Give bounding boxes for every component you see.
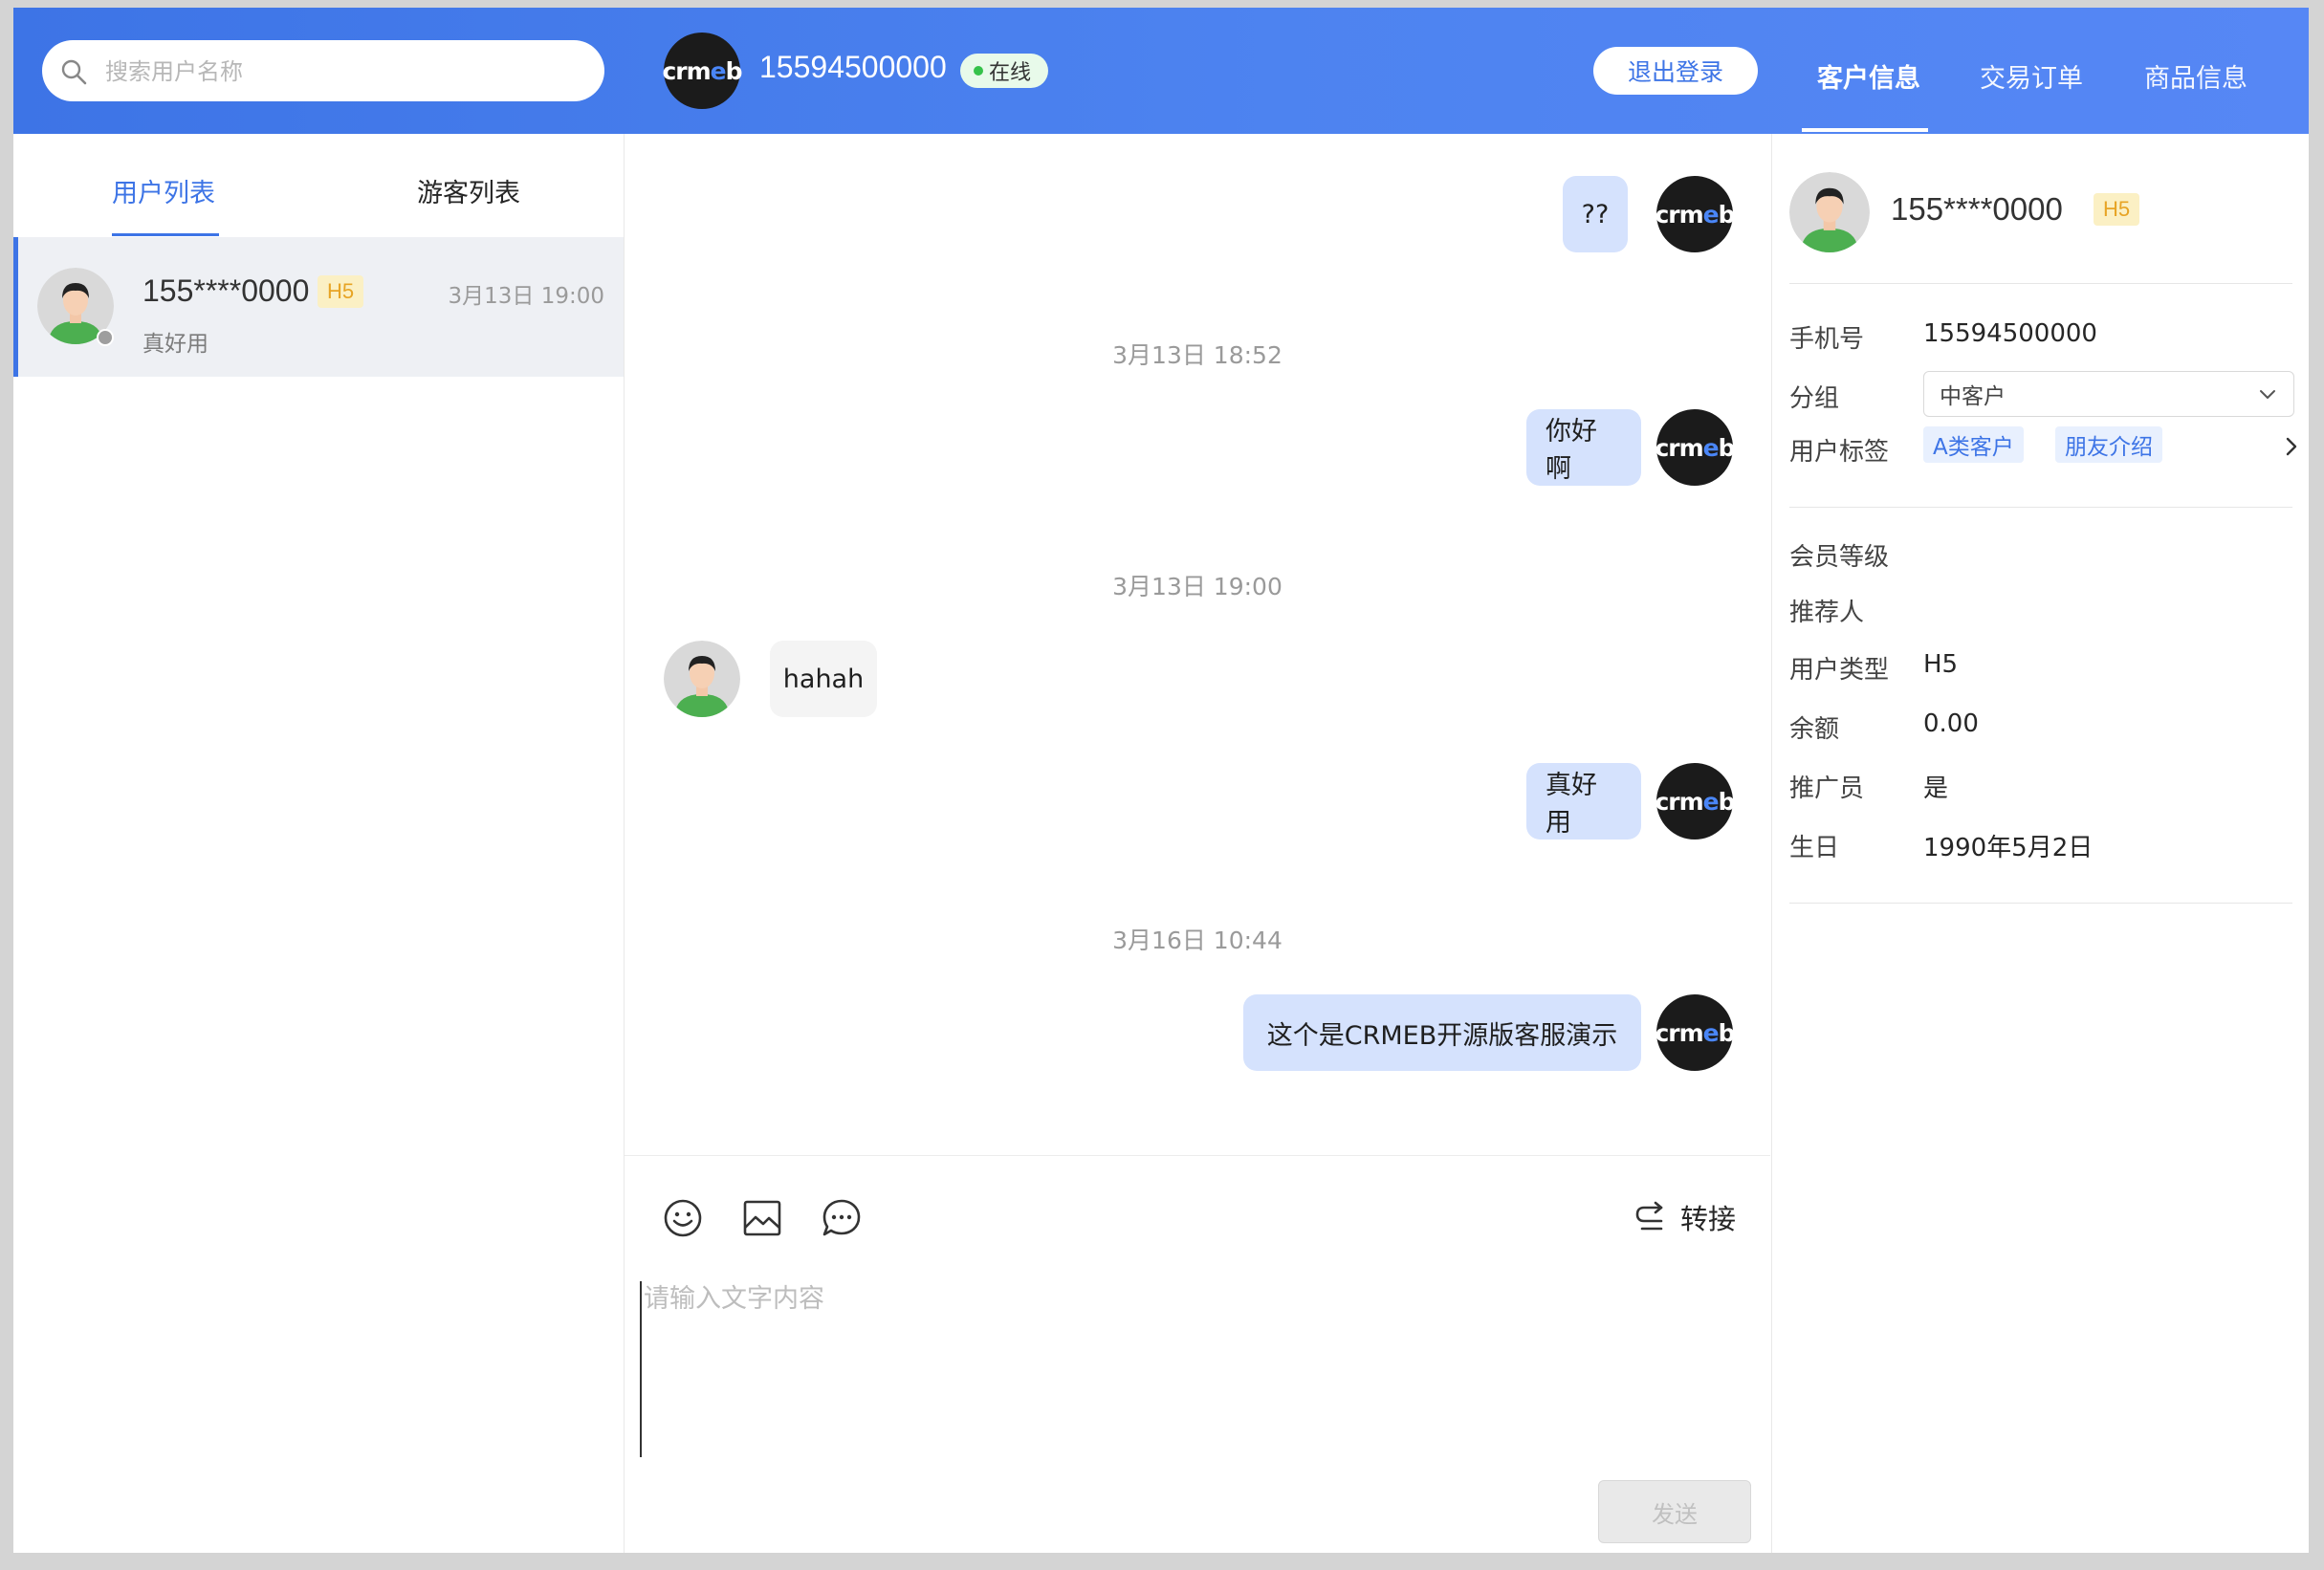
- transfer-button[interactable]: 转接: [1634, 1197, 1736, 1237]
- customer-service-app: crmeb 15594500000 在线 退出登录 客户信息 交易订单 商品信息…: [13, 8, 2309, 1553]
- user-type-badge: H5: [2094, 193, 2140, 226]
- balance-label: 余额: [1789, 715, 1840, 744]
- user-type-badge: H5: [318, 275, 364, 308]
- user-list-panel: 用户列表 游客列表 155****0000 H5 3月13日 19:00 真好用: [13, 134, 625, 1553]
- tab-products[interactable]: 商品信息: [2144, 57, 2247, 95]
- quick-reply-icon[interactable]: [821, 1197, 863, 1239]
- logo-text-b: e: [710, 56, 727, 85]
- agent-avatar: crm e b: [662, 33, 743, 109]
- agent-avatar: crm e b: [1655, 994, 1736, 1071]
- active-tab-indicator: [1802, 128, 1928, 132]
- customer-avatar: [664, 641, 740, 717]
- search-box[interactable]: [42, 40, 604, 103]
- birthday-label: 生日: [1789, 834, 1840, 862]
- agent-avatar: crm e b: [1655, 763, 1736, 840]
- image-icon[interactable]: [741, 1197, 783, 1239]
- message-bubble-sent: 这个是CRMEB开源版客服演示: [1243, 994, 1641, 1071]
- user-avatar-icon: [1789, 172, 1870, 252]
- transfer-icon: [1635, 1201, 1663, 1231]
- logo-text-c: b: [1718, 200, 1736, 229]
- user-tag: A类客户: [1923, 426, 2024, 463]
- message-bubble-received: hahah: [770, 641, 877, 717]
- user-type-label: 用户类型: [1789, 656, 1890, 685]
- online-dot-icon: [974, 66, 983, 76]
- logo-text-b: e: [1702, 433, 1720, 462]
- last-message-time: 3月13日 19:00: [448, 284, 605, 309]
- last-message-preview: 真好用: [143, 332, 208, 357]
- logo-text-b: e: [1702, 1018, 1720, 1047]
- online-status-text: 在线: [989, 61, 1032, 85]
- agent-avatar: crm e b: [1655, 176, 1736, 252]
- online-status-badge: 在线: [960, 54, 1049, 88]
- group-label: 分组: [1789, 384, 1840, 413]
- logo-text-a: crm: [1655, 787, 1703, 816]
- time-separator: 3月16日 10:44: [1112, 927, 1283, 954]
- offline-status-dot: [97, 329, 114, 346]
- customer-name: 155****0000: [1891, 191, 2063, 227]
- customer-avatar: [1789, 172, 1870, 252]
- agent-avatar: crm e b: [1655, 409, 1736, 486]
- time-separator: 3月13日 18:52: [1112, 341, 1283, 369]
- logo-text-a: crm: [1655, 1018, 1703, 1047]
- time-separator: 3月13日 19:00: [1112, 573, 1283, 600]
- search-icon: [61, 59, 87, 85]
- tab-user-list[interactable]: 用户列表: [112, 172, 215, 209]
- message-input[interactable]: [640, 1281, 1755, 1457]
- referrer-label: 推荐人: [1789, 599, 1865, 627]
- user-type-value: H5: [1923, 650, 1959, 679]
- top-header: crmeb 15594500000 在线 退出登录 客户信息 交易订单 商品信息: [13, 8, 2309, 134]
- tab-guest-list[interactable]: 游客列表: [417, 172, 520, 209]
- logo-text-a: crm: [1655, 433, 1703, 462]
- user-name: 155****0000: [143, 273, 310, 308]
- logo-text-c: b: [725, 56, 743, 85]
- left-tab-indicator: [112, 233, 219, 236]
- phone-label: 手机号: [1789, 325, 1865, 354]
- logo-text-c: b: [1718, 433, 1736, 462]
- phone-value: 15594500000: [1923, 319, 2097, 348]
- user-avatar-icon: [664, 641, 740, 717]
- chevron-down-icon: [2260, 390, 2275, 399]
- chevron-right-icon[interactable]: [2285, 436, 2298, 457]
- transfer-label: 转接: [1680, 1203, 1737, 1235]
- logo-text-c: b: [1718, 787, 1736, 816]
- promoter-label: 推广员: [1789, 774, 1865, 803]
- search-input[interactable]: [103, 40, 585, 103]
- divider: [1789, 507, 2292, 508]
- emoji-icon[interactable]: [662, 1197, 704, 1239]
- group-select[interactable]: 中客户: [1923, 371, 2294, 417]
- header-phone: 15594500000: [759, 50, 947, 84]
- user-list-item[interactable]: 155****0000 H5 3月13日 19:00 真好用: [13, 237, 624, 377]
- logo-text-a: crm: [662, 56, 711, 85]
- message-bubble-sent: 你好啊: [1526, 409, 1641, 486]
- divider: [1789, 903, 2292, 904]
- logout-button[interactable]: 退出登录: [1593, 47, 1758, 95]
- logo-text-b: e: [1702, 787, 1720, 816]
- group-select-value: 中客户: [1940, 384, 2006, 409]
- logo-text-a: crm: [1655, 200, 1703, 229]
- message-bubble-sent: ??: [1563, 176, 1628, 252]
- balance-value: 0.00: [1923, 709, 1979, 738]
- logo-text-c: b: [1718, 1018, 1736, 1047]
- logo-text-b: e: [1702, 200, 1720, 229]
- message-bubble-sent: 真好用: [1526, 763, 1641, 840]
- tab-orders[interactable]: 交易订单: [1980, 57, 2083, 95]
- promoter-value: 是: [1923, 774, 1949, 803]
- send-button[interactable]: 发送: [1598, 1480, 1751, 1543]
- customer-info-panel: 155****0000 H5 手机号 15594500000 分组 中客户 用户…: [1771, 134, 2309, 1553]
- user-tag: 朋友介绍: [2055, 426, 2162, 463]
- tab-customer-info[interactable]: 客户信息: [1817, 57, 1920, 95]
- tags-label: 用户标签: [1789, 438, 1890, 467]
- divider: [1789, 283, 2292, 284]
- chat-panel: ?? crm e b 3月13日 18:52 你好啊 crm e b 3月13日 19:…: [625, 134, 1770, 1553]
- message-list: ?? crm e b 3月13日 18:52 你好啊 crm e b 3月13日 19:…: [625, 134, 1770, 1156]
- level-label: 会员等级: [1789, 543, 1890, 572]
- birthday-value: 1990年5月2日: [1923, 834, 2094, 862]
